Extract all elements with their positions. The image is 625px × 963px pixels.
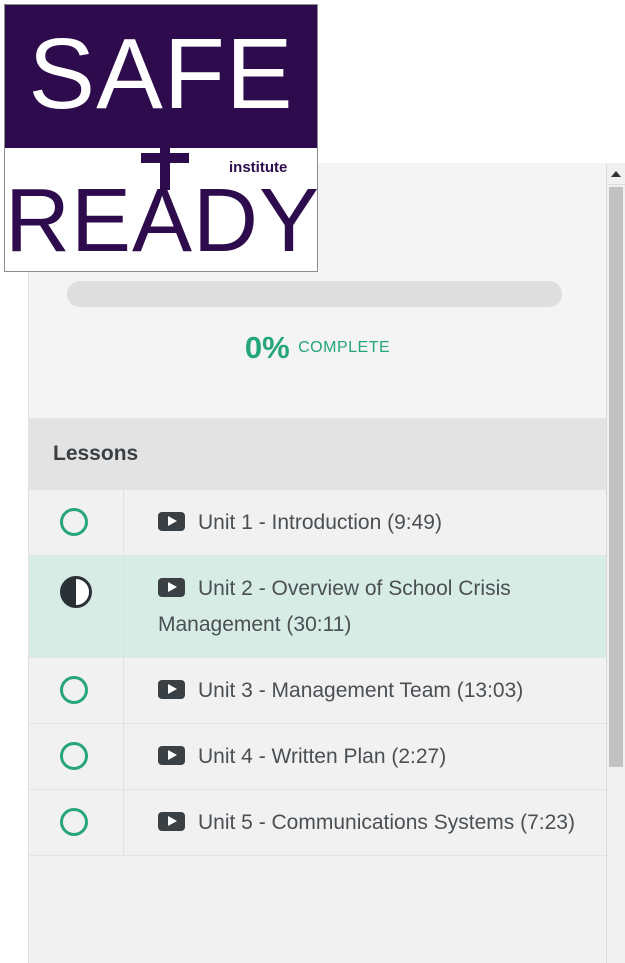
- in-progress-half-circle-icon[interactable]: [60, 576, 92, 608]
- lesson-status[interactable]: [29, 490, 124, 555]
- lesson-link[interactable]: Unit 1 - Introduction (9:49): [124, 490, 606, 555]
- lesson-status[interactable]: [29, 790, 124, 855]
- vertical-scrollbar[interactable]: [606, 163, 625, 963]
- progress-percent: 0%: [244, 330, 290, 365]
- lesson-item[interactable]: Unit 1 - Introduction (9:49): [29, 490, 606, 556]
- lesson-item[interactable]: Unit 5 - Communications Systems (7:23): [29, 790, 606, 856]
- course-sidebar: anagement 0% COMPLETE Lessons Unit 1 - I…: [28, 163, 606, 963]
- lesson-link[interactable]: Unit 2 - Overview of School Crisis Manag…: [124, 556, 606, 657]
- progress-bar: [67, 281, 562, 307]
- lesson-link[interactable]: Unit 5 - Communications Systems (7:23): [124, 790, 606, 855]
- safe-ready-logo: SAFE institute READY: [4, 4, 318, 272]
- scrollbar-thumb[interactable]: [609, 187, 623, 767]
- lesson-title: Unit 5 - Communications Systems (7:23): [198, 811, 575, 834]
- progress-status: 0% COMPLETE: [29, 330, 606, 366]
- not-started-circle-icon[interactable]: [60, 676, 88, 704]
- lesson-title: Unit 3 - Management Team (13:03): [198, 679, 524, 702]
- play-video-icon: [158, 746, 185, 765]
- lessons-heading: Lessons: [29, 418, 606, 490]
- play-video-icon: [158, 578, 185, 597]
- not-started-circle-icon[interactable]: [60, 508, 88, 536]
- progress-complete-label: COMPLETE: [298, 339, 391, 356]
- logo-ready-word: READY: [5, 171, 318, 271]
- lesson-title: Unit 1 - Introduction (9:49): [198, 511, 442, 534]
- lesson-list: Unit 1 - Introduction (9:49) Unit 2 - Ov…: [29, 490, 606, 856]
- lesson-item[interactable]: Unit 4 - Written Plan (2:27): [29, 724, 606, 790]
- lesson-title: Unit 2 - Overview of School Crisis Manag…: [158, 577, 511, 636]
- lesson-status[interactable]: [29, 658, 124, 723]
- lesson-status[interactable]: [29, 556, 124, 657]
- lesson-status[interactable]: [29, 724, 124, 789]
- lesson-link[interactable]: Unit 4 - Written Plan (2:27): [124, 724, 606, 789]
- play-video-icon: [158, 680, 185, 699]
- play-video-icon: [158, 812, 185, 831]
- not-started-circle-icon[interactable]: [60, 742, 88, 770]
- lesson-item-active[interactable]: Unit 2 - Overview of School Crisis Manag…: [29, 556, 606, 658]
- lesson-item[interactable]: Unit 3 - Management Team (13:03): [29, 658, 606, 724]
- not-started-circle-icon[interactable]: [60, 808, 88, 836]
- logo-safe-word: SAFE: [28, 18, 294, 130]
- logo-plus-icon-bar: [141, 153, 189, 163]
- lesson-link[interactable]: Unit 3 - Management Team (13:03): [124, 658, 606, 723]
- scroll-up-arrow-icon[interactable]: [607, 163, 625, 185]
- lesson-title: Unit 4 - Written Plan (2:27): [198, 745, 447, 768]
- play-video-icon: [158, 512, 185, 531]
